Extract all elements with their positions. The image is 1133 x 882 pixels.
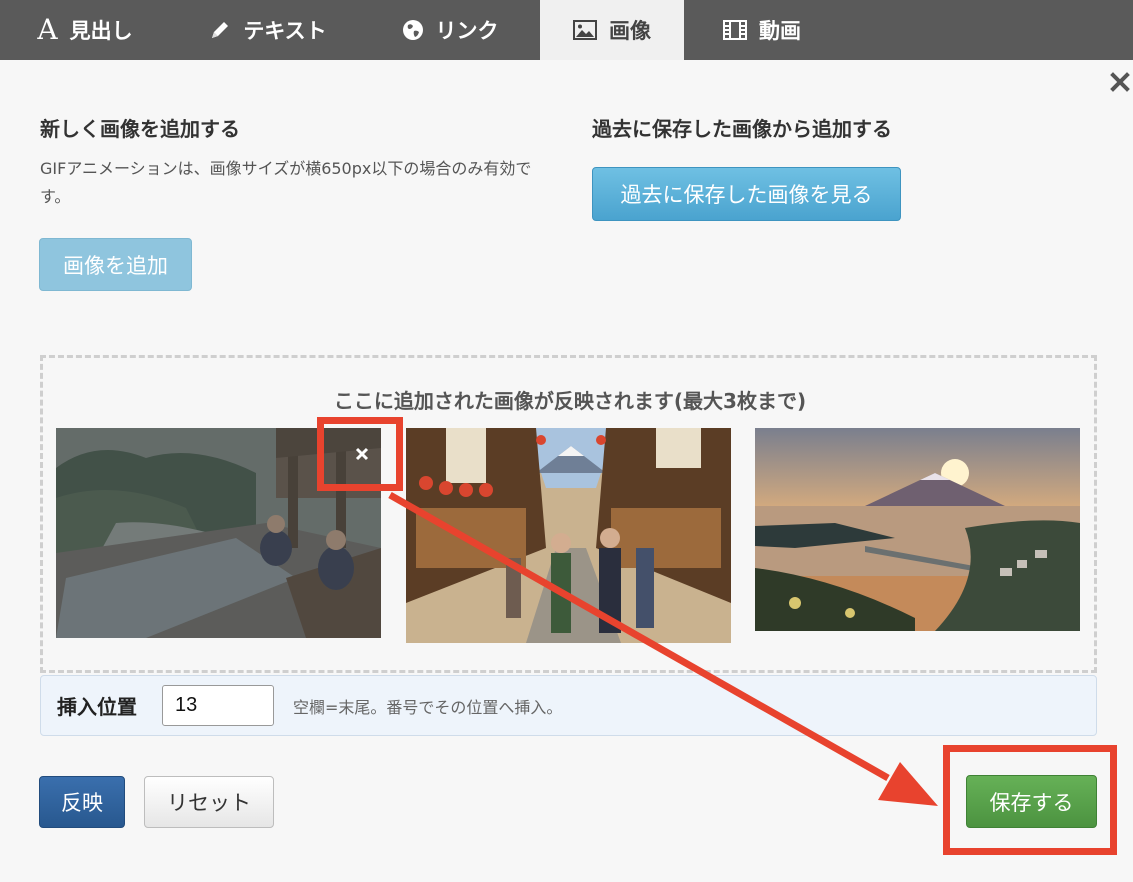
tab-heading-label: 見出し (69, 19, 133, 43)
heading-a-icon: A (37, 13, 58, 46)
apply-button[interactable]: 反映 (39, 776, 125, 828)
insert-position-input[interactable] (162, 685, 274, 726)
saved-image-title: 過去に保存した画像から追加する (592, 117, 892, 141)
insert-position-label: 挿入位置 (57, 695, 137, 719)
insert-position-help: 空欄=末尾。番号でその位置へ挿入。 (293, 698, 563, 717)
tab-link[interactable]: リンク (372, 0, 528, 60)
thumbnail-shopping-street[interactable] (406, 428, 731, 643)
tab-text-label: テキスト (243, 19, 327, 43)
close-icon (1110, 72, 1130, 92)
thumbnail-fuji-sunset[interactable] (755, 428, 1080, 631)
tab-image[interactable]: 画像 (540, 0, 684, 60)
tab-text[interactable]: テキスト (178, 0, 358, 60)
tab-image-label: 画像 (609, 19, 651, 43)
tab-heading[interactable]: A 見出し (0, 0, 170, 60)
film-icon (723, 20, 747, 40)
annotation-highlight-save (943, 745, 1117, 855)
tab-link-label: リンク (435, 19, 499, 43)
tab-bar: A 見出し テキスト リンク 画像 動画 (0, 0, 1133, 60)
globe-icon (402, 19, 424, 41)
new-image-title: 新しく画像を追加する (40, 117, 240, 141)
pencil-icon (209, 19, 231, 41)
image-icon (573, 20, 597, 40)
dropzone-hint: ここに追加された画像が反映されます(最大3枚まで) (333, 389, 807, 413)
tab-video-label: 動画 (759, 19, 801, 43)
annotation-highlight-remove (317, 417, 403, 491)
gif-note: GIFアニメーションは、画像サイズが横650px以下の場合のみ有効です。 (40, 159, 532, 206)
reset-button[interactable]: リセット (144, 776, 274, 828)
tab-video[interactable]: 動画 (700, 0, 824, 60)
add-image-button[interactable]: 画像を追加 (39, 238, 192, 291)
view-saved-images-button[interactable]: 過去に保存した画像を見る (592, 167, 901, 221)
close-button[interactable] (1108, 70, 1132, 94)
